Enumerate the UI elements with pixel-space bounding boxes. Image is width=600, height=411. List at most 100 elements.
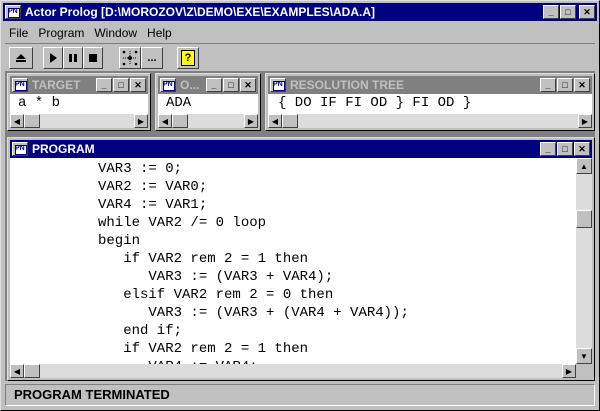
- stop-button[interactable]: [83, 47, 103, 69]
- close-button[interactable]: ✕: [240, 78, 256, 92]
- network-icon: [122, 50, 138, 66]
- close-button[interactable]: ✕: [574, 78, 590, 92]
- play-icon: [50, 53, 57, 63]
- scroll-left-button[interactable]: ◀: [158, 114, 172, 128]
- target-content: a * b: [10, 94, 148, 114]
- maximize-button[interactable]: □: [560, 5, 576, 19]
- scroll-thumb[interactable]: [576, 210, 592, 228]
- target-title-bar[interactable]: PN TARGET _ □ ✕: [10, 76, 148, 94]
- menu-program[interactable]: Program: [34, 26, 90, 40]
- scroll-thumb[interactable]: [172, 114, 188, 128]
- code-line: end if;: [98, 323, 183, 339]
- maximize-button[interactable]: □: [557, 78, 573, 92]
- resolution-tree-window[interactable]: PN RESOLUTION TREE _ □ ✕ { DO IF FI OD }…: [265, 73, 595, 131]
- eject-button[interactable]: [9, 47, 33, 69]
- output-content: ADA: [158, 94, 258, 114]
- program-hscrollbar[interactable]: ◀ ▶: [10, 364, 576, 378]
- arrow-left-icon: ◀: [13, 366, 21, 376]
- menu-bar: File Program Window Help: [5, 24, 178, 42]
- pause-icon: [69, 54, 77, 62]
- app-icon[interactable]: PN: [5, 5, 21, 19]
- output-title: O...: [180, 78, 200, 92]
- network-button[interactable]: [119, 47, 141, 69]
- minimize-button[interactable]: _: [543, 5, 559, 19]
- program-window[interactable]: PN PROGRAM _ □ ✕ VAR3 := 0; VAR2 := VAR0;…: [7, 137, 595, 381]
- arrow-right-icon: ▶: [581, 116, 589, 126]
- code-line: VAR3 := 0;: [98, 161, 183, 177]
- pause-button[interactable]: [63, 47, 83, 69]
- target-title: TARGET: [32, 78, 81, 92]
- window-icon: PN: [270, 78, 286, 92]
- output-window[interactable]: PN O... _ □ ✕ ADA ◀ ▶: [155, 73, 261, 131]
- arrow-right-icon: ▶: [247, 116, 255, 126]
- close-icon: ✕: [583, 6, 591, 17]
- arrow-right-icon: ▶: [137, 116, 145, 126]
- code-line: if VAR2 rem 2 = 1 then: [98, 251, 309, 267]
- scroll-thumb[interactable]: [24, 364, 40, 378]
- target-window[interactable]: PN TARGET _ □ ✕ a * b ◀ ▶: [7, 73, 151, 131]
- target-hscrollbar[interactable]: ◀ ▶: [10, 114, 148, 128]
- code-line: begin: [98, 233, 141, 249]
- arrow-left-icon: ◀: [161, 116, 169, 126]
- close-button[interactable]: ✕: [130, 78, 146, 92]
- stop-icon: [89, 54, 97, 62]
- arrow-left-icon: ◀: [271, 116, 279, 126]
- resolution-title-bar[interactable]: PN RESOLUTION TREE _ □ ✕: [268, 76, 592, 94]
- main-window: PN Actor Prolog [D:\MOROZOV\Z\DEMO\EXE\E…: [0, 0, 600, 411]
- app-title: Actor Prolog [D:\MOROZOV\Z\DEMO\EXE\EXAM…: [25, 5, 376, 19]
- status-bar: PROGRAM TERMINATED: [5, 384, 595, 406]
- menu-window[interactable]: Window: [90, 26, 143, 40]
- minimize-button[interactable]: _: [540, 78, 556, 92]
- program-vscrollbar[interactable]: ▲ ▼: [576, 158, 592, 364]
- resolution-hscrollbar[interactable]: ◀ ▶: [268, 114, 592, 128]
- menu-file[interactable]: File: [5, 26, 34, 40]
- maximize-button[interactable]: □: [223, 78, 239, 92]
- run-button[interactable]: [43, 47, 63, 69]
- resolution-content: { DO IF FI OD } FI OD }: [268, 94, 592, 114]
- resolution-title: RESOLUTION TREE: [290, 78, 405, 92]
- scroll-corner: [576, 364, 592, 378]
- code-line: VAR3 := (VAR3 + (VAR4 + VAR4));: [98, 305, 409, 321]
- arrow-down-icon: ▼: [580, 351, 588, 361]
- minimize-button[interactable]: _: [540, 142, 556, 156]
- output-hscrollbar[interactable]: ◀ ▶: [158, 114, 258, 128]
- output-title-bar[interactable]: PN O... _ □ ✕: [158, 76, 258, 94]
- arrow-right-icon: ▶: [565, 366, 573, 376]
- scroll-up-button[interactable]: ▲: [576, 158, 592, 174]
- maximize-icon: □: [565, 6, 571, 17]
- scroll-left-button[interactable]: ◀: [268, 114, 282, 128]
- menu-help[interactable]: Help: [143, 26, 178, 40]
- code-line: VAR4 := VAR1;: [98, 197, 208, 213]
- toolbar: ... ?: [5, 43, 595, 71]
- program-code-area[interactable]: VAR3 := 0; VAR2 := VAR0; VAR4 := VAR1; whil…: [10, 158, 576, 364]
- scroll-right-button[interactable]: ▶: [578, 114, 592, 128]
- window-icon: PN: [12, 78, 28, 92]
- app-title-bar[interactable]: PN Actor Prolog [D:\MOROZOV\Z\DEMO\EXE\E…: [3, 3, 597, 21]
- code-line: if VAR2 rem 2 = 1 then: [98, 341, 309, 357]
- minimize-icon: _: [548, 6, 554, 17]
- scroll-right-button[interactable]: ▶: [562, 364, 576, 378]
- more-button[interactable]: ...: [141, 47, 163, 69]
- minimize-button[interactable]: _: [206, 78, 222, 92]
- window-icon: PN: [160, 78, 176, 92]
- help-button[interactable]: ?: [177, 47, 199, 69]
- code-line: while VAR2 /= 0 loop: [98, 215, 267, 231]
- close-button[interactable]: ✕: [574, 142, 590, 156]
- scroll-down-button[interactable]: ▼: [576, 348, 592, 364]
- scroll-thumb[interactable]: [24, 114, 40, 128]
- code-line: VAR2 := VAR0;: [98, 179, 208, 195]
- code-line: VAR3 := (VAR3 + VAR4);: [98, 269, 334, 285]
- code-line: elsif VAR2 rem 2 = 0 then: [98, 287, 334, 303]
- program-title-bar[interactable]: PN PROGRAM _ □ ✕: [10, 140, 592, 158]
- scroll-right-button[interactable]: ▶: [244, 114, 258, 128]
- scroll-thumb[interactable]: [282, 114, 298, 128]
- scroll-left-button[interactable]: ◀: [10, 114, 24, 128]
- maximize-button[interactable]: □: [113, 78, 129, 92]
- eject-icon: [16, 54, 26, 62]
- minimize-button[interactable]: _: [96, 78, 112, 92]
- maximize-button[interactable]: □: [557, 142, 573, 156]
- program-title: PROGRAM: [32, 142, 95, 156]
- scroll-right-button[interactable]: ▶: [134, 114, 148, 128]
- scroll-left-button[interactable]: ◀: [10, 364, 24, 378]
- close-button[interactable]: ✕: [579, 5, 595, 19]
